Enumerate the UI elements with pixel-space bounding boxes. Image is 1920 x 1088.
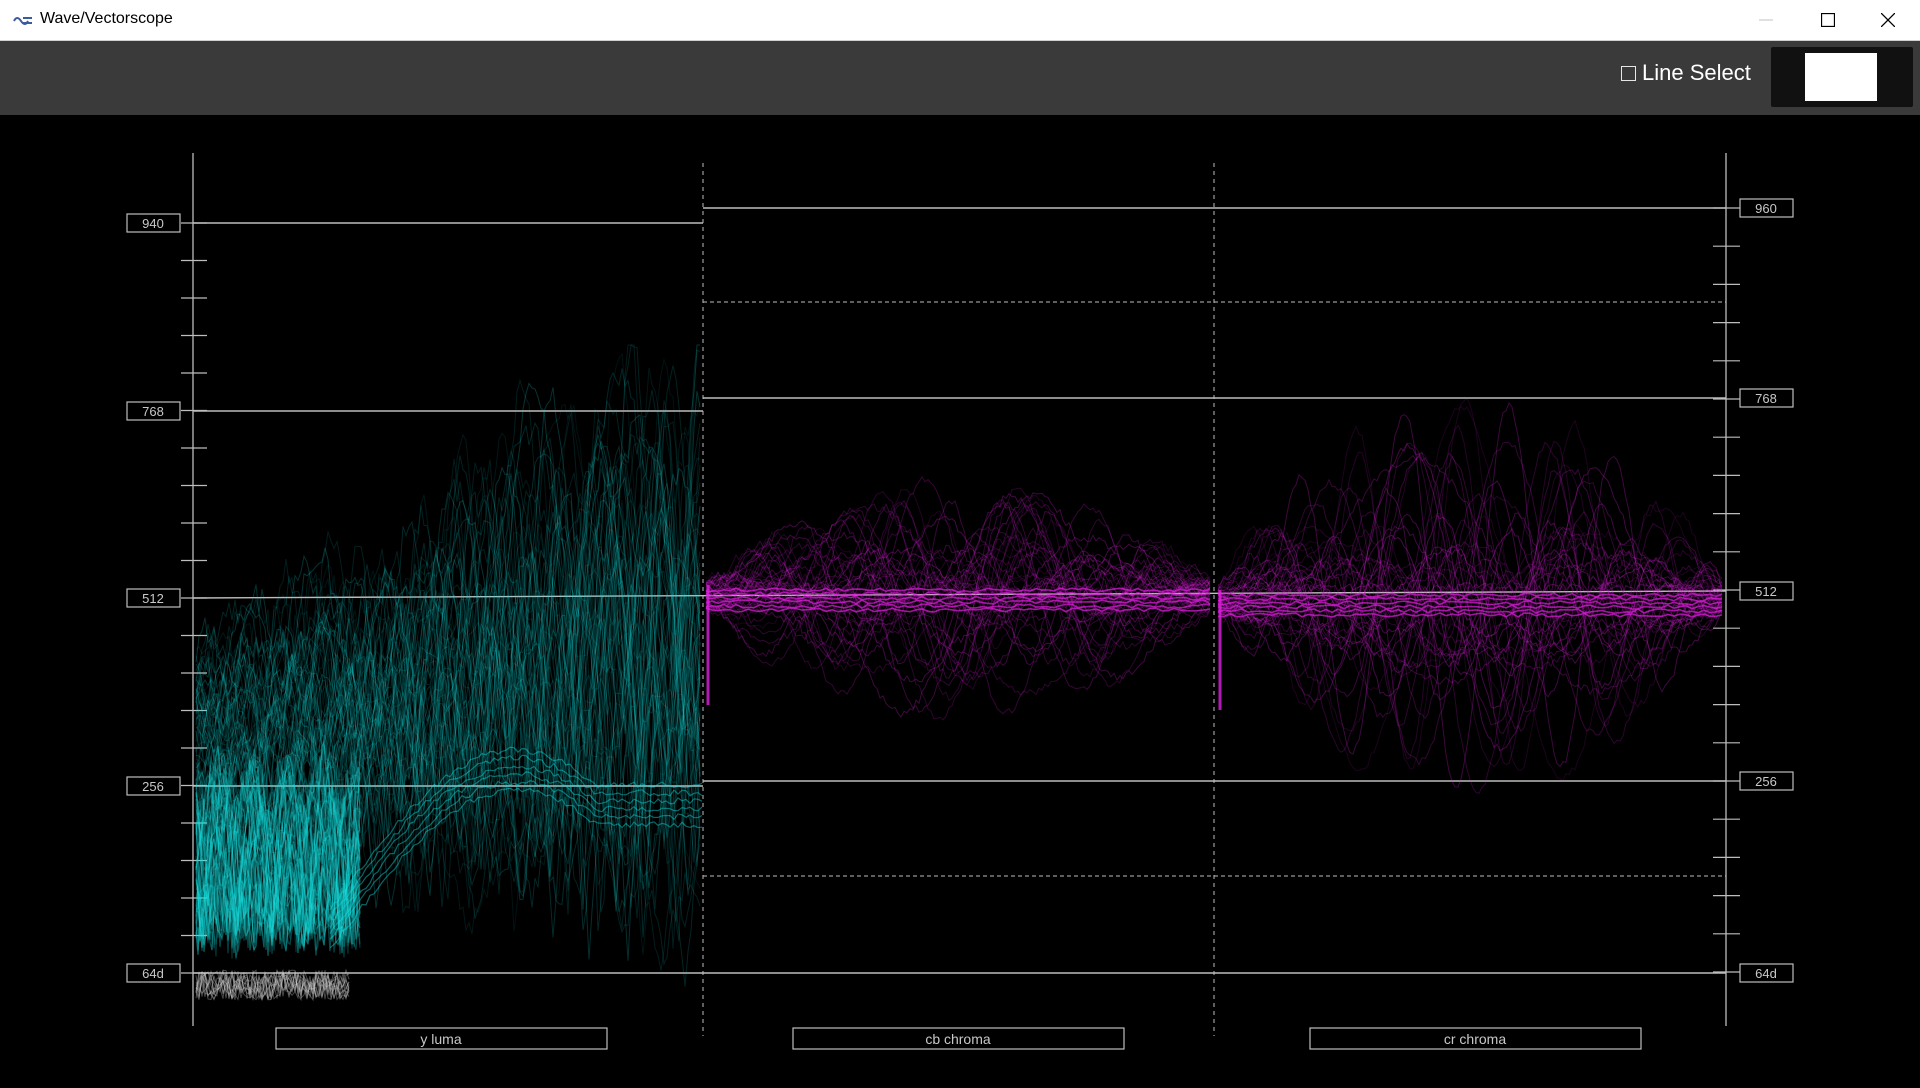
waveform-scope: 940 768 512 256 64d 960 768 512 256 64d … [0,115,1920,1088]
title-bar: Wave/Vectorscope [0,0,1920,41]
line-select-label: Line Select [1642,60,1751,85]
right-scale-label: 256 [1755,774,1777,789]
color-swatch-button[interactable] [1771,47,1913,107]
left-scale-label: 512 [142,591,164,606]
right-scale-label: 960 [1755,201,1777,216]
channel-label-y-luma: y luma [420,1031,461,1047]
cr-waveform-trace [1217,397,1723,795]
app-logo-icon [13,17,32,25]
maximize-icon [1821,13,1835,27]
maximize-button[interactable] [1798,0,1858,40]
line-select-toggle[interactable]: Line Select [1621,60,1751,86]
color-swatch [1805,53,1877,101]
left-scale-label: 940 [142,216,164,231]
waveform-canvas: 940 768 512 256 64d 960 768 512 256 64d … [126,153,1794,1050]
left-scale-label: 64d [142,966,164,981]
minimize-icon [1759,19,1773,21]
close-icon [1881,13,1895,27]
channel-label-cr-chroma: cr chroma [1444,1031,1506,1047]
right-scale: 960 768 512 256 64d [1739,198,1794,983]
left-scale-label: 256 [142,779,164,794]
left-scale: 940 768 512 256 64d [126,213,181,983]
right-scale-label: 512 [1755,584,1777,599]
close-button[interactable] [1858,0,1918,40]
line-select-checkbox[interactable] [1621,65,1636,81]
left-scale-label: 768 [142,404,164,419]
channel-label-cb-chroma: cb chroma [925,1031,991,1047]
minimize-button[interactable] [1736,0,1796,40]
luma-waveform-trace [195,344,703,1002]
right-scale-label: 768 [1755,391,1777,406]
right-scale-label: 64d [1755,966,1777,981]
window-title: Wave/Vectorscope [40,10,173,27]
cb-waveform-trace [705,475,1211,721]
channel-labels: y luma cb chroma cr chroma [275,1027,1642,1050]
